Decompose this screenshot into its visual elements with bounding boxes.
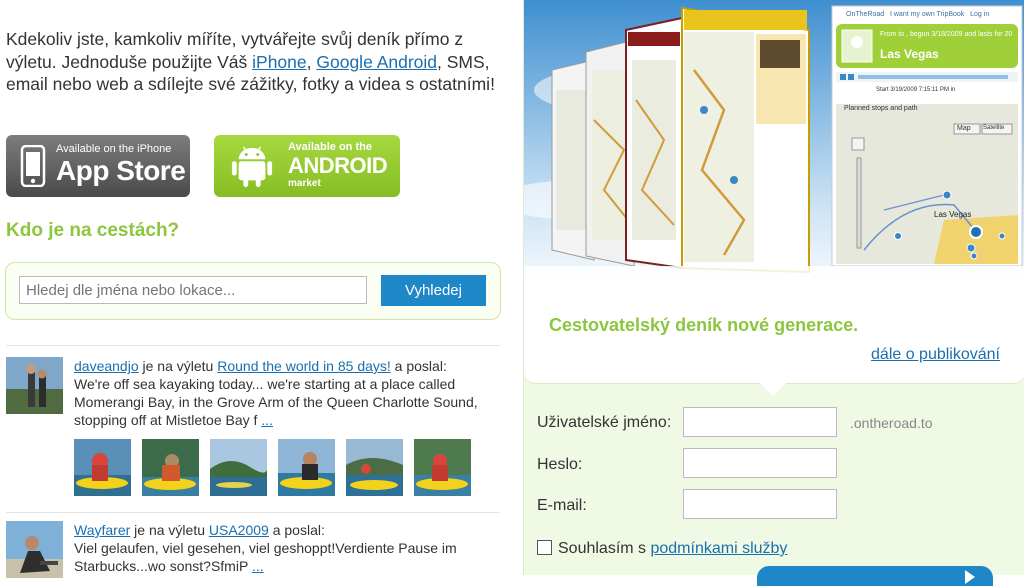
search-input[interactable] bbox=[19, 276, 367, 304]
callout-arrow bbox=[759, 382, 787, 396]
password-label: Heslo: bbox=[537, 456, 583, 473]
trip-link[interactable]: USA2009 bbox=[209, 522, 269, 538]
hero-map-city: Las Vegas bbox=[934, 210, 972, 219]
hero-city: Las Vegas bbox=[880, 47, 939, 61]
email-field[interactable] bbox=[683, 489, 837, 519]
right-column: OnTheRoad I want my own TripBook Log in … bbox=[523, 0, 1024, 586]
password-field[interactable] bbox=[683, 448, 837, 478]
traveler-search-box: Vyhledej bbox=[5, 262, 501, 320]
email-label: E-mail: bbox=[537, 497, 587, 514]
android-market-badge[interactable]: Available on the ANDROID market bbox=[214, 135, 400, 197]
read-more-link[interactable]: ... bbox=[252, 558, 264, 574]
hero-map-button: Map bbox=[957, 125, 971, 132]
trip-link[interactable]: Round the world in 85 days! bbox=[217, 358, 391, 374]
avatar[interactable] bbox=[6, 521, 63, 578]
username-field[interactable] bbox=[683, 407, 837, 437]
app-store-big-text: App Store bbox=[56, 155, 186, 186]
app-store-badge[interactable]: Available on the iPhone App Store bbox=[6, 135, 190, 197]
android-link[interactable]: Google Android bbox=[316, 52, 437, 72]
avatar[interactable] bbox=[6, 357, 63, 414]
user-link[interactable]: Wayfarer bbox=[74, 522, 130, 538]
hero-trip-info: From to , begun 3/18/2009 and lasts for … bbox=[880, 31, 1013, 38]
iphone-icon bbox=[20, 145, 46, 187]
iphone-link[interactable]: iPhone bbox=[252, 52, 307, 72]
android-market-text: market bbox=[288, 178, 321, 189]
activity-message: Viel gelaufen, viel gesehen, viel geshop… bbox=[74, 540, 457, 574]
username-label: Uživatelské jméno: bbox=[537, 414, 672, 431]
register-button[interactable] bbox=[757, 566, 993, 586]
photo-thumbnail[interactable] bbox=[278, 439, 335, 496]
app-store-small-text: Available on the iPhone bbox=[56, 143, 172, 155]
who-travels-heading: Kdo je na cestách? bbox=[6, 220, 180, 241]
terms-row: Souhlasím s podmínkami služby bbox=[537, 540, 787, 558]
product-screenshots-collage bbox=[524, 0, 1024, 300]
photo-thumbnail[interactable] bbox=[414, 439, 471, 496]
activity-message: We're off sea kayaking today... we're st… bbox=[74, 376, 478, 428]
terms-link[interactable]: podmínkami služby bbox=[650, 540, 787, 557]
more-about-publishing-link[interactable]: dále o publikování bbox=[871, 346, 1000, 364]
photo-thumbnail[interactable] bbox=[210, 439, 267, 496]
read-more-link[interactable]: ... bbox=[261, 412, 273, 428]
tagline: Cestovatelský deník nové generace. bbox=[549, 315, 859, 335]
hero-nav: OnTheRoad I want my own TripBook Log in bbox=[846, 11, 990, 18]
search-button[interactable]: Vyhledej bbox=[381, 275, 486, 306]
user-link[interactable]: daveandjo bbox=[74, 358, 139, 374]
terms-checkbox[interactable] bbox=[537, 540, 552, 555]
photo-thumbnail[interactable] bbox=[74, 439, 131, 496]
android-robot-icon bbox=[231, 146, 273, 188]
left-column: Kdekoliv jste, kamkoliv míříte, vytvářej… bbox=[0, 0, 510, 578]
hero-planned-text: Planned stops and path bbox=[844, 105, 918, 112]
hero-start-text: Start 3/19/2009 7:15:11 PM in bbox=[876, 87, 956, 93]
photo-thumbnail[interactable] bbox=[142, 439, 199, 496]
promo-hero: OnTheRoad I want my own TripBook Log in … bbox=[524, 0, 1024, 384]
activity-text: Wayfarer je na výletu USA2009 a poslal: … bbox=[74, 522, 457, 574]
photo-thumbnail[interactable] bbox=[346, 439, 403, 496]
android-big-text: ANDROID bbox=[288, 153, 388, 178]
divider bbox=[6, 512, 500, 513]
arrow-right-icon bbox=[965, 570, 975, 584]
android-small-text: Available on the bbox=[288, 141, 372, 153]
domain-suffix: .ontheroad.to bbox=[850, 415, 933, 431]
hero-satellite-button: Satellite bbox=[983, 125, 1005, 131]
activity-text: daveandjo je na výletu Round the world i… bbox=[74, 358, 478, 428]
intro-text: Kdekoliv jste, kamkoliv míříte, vytvářej… bbox=[6, 29, 495, 94]
divider bbox=[6, 345, 500, 346]
